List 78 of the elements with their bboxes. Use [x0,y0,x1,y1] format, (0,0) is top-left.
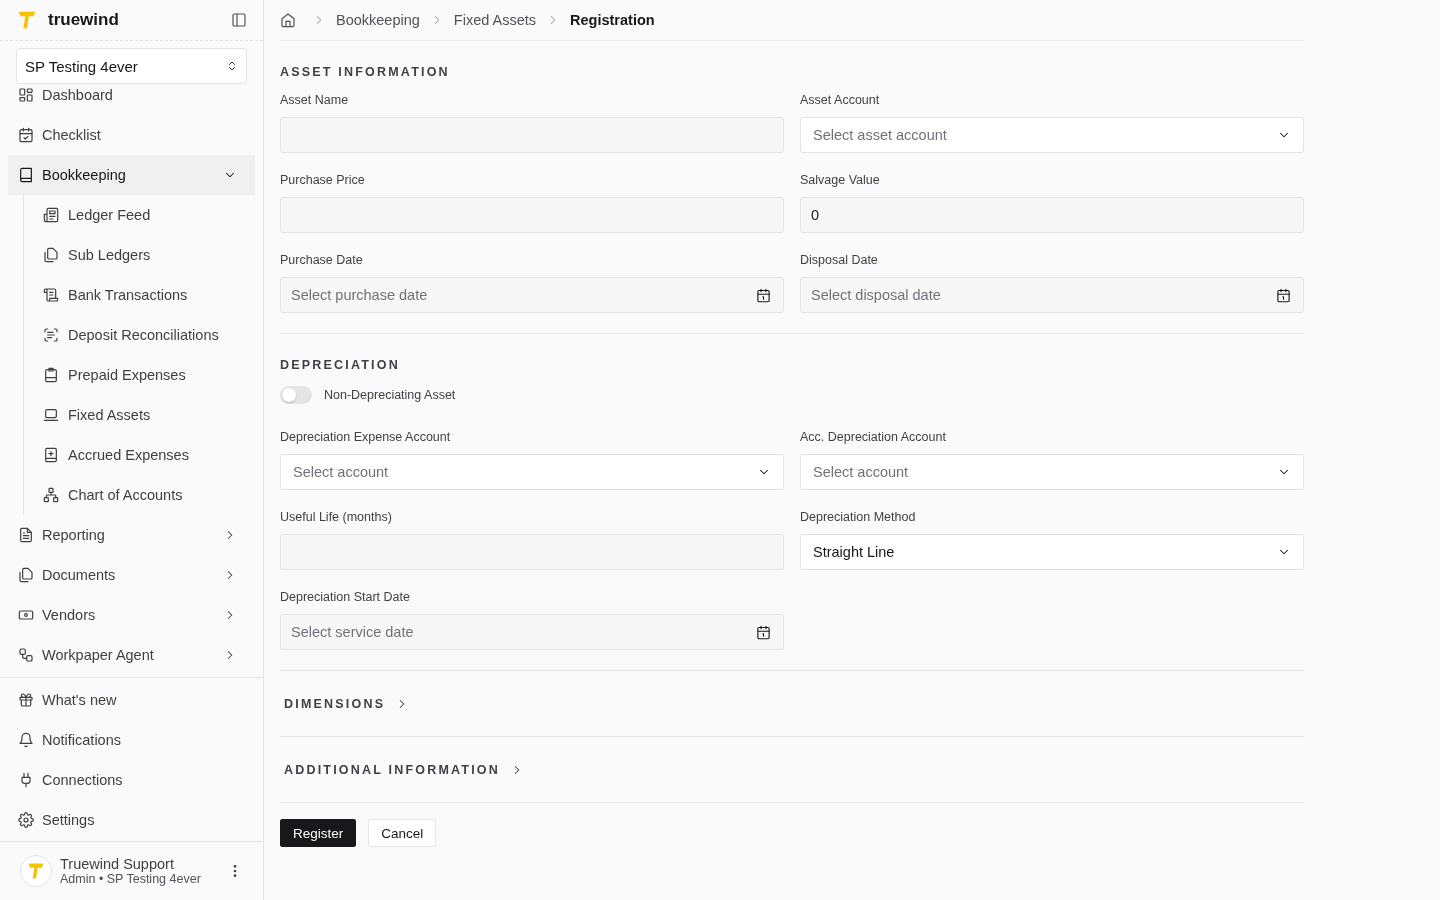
section-toggle[interactable]: ADDITIONAL INFORMATION [280,762,528,777]
calendar-icon [1276,287,1291,303]
sidebar-subitem[interactable]: Fixed Assets [24,395,263,435]
scan-text-icon [43,327,59,343]
document-icon [18,527,34,543]
logo-icon [26,861,46,881]
newspaper-icon [43,207,59,223]
field-label: Useful Life (months) [280,510,393,524]
date-field[interactable]: Select purchase date [280,277,784,313]
sidebar-subitem[interactable]: Chart of Accounts [24,475,263,515]
sidebar-item[interactable]: Documents [8,555,255,595]
sidebar-item[interactable]: Settings [8,800,255,840]
select-field[interactable]: Select account [800,454,1304,490]
cancel-button[interactable]: Cancel [368,819,437,847]
section-toggle[interactable]: DIMENSIONS [280,696,414,711]
sidebar-subitem[interactable]: Accrued Expenses [24,435,263,475]
input-field[interactable]: 0 [800,197,1304,233]
select-field[interactable]: Select asset account [800,117,1304,153]
user-name: Truewind Support [60,856,175,872]
settings-icon [18,812,34,828]
sidebar-subitem[interactable]: Deposit Reconciliations [24,315,263,355]
files-icon [18,567,34,583]
calendar-icon [756,624,771,640]
field-label: Depreciation Start Date [280,590,411,604]
sidebar-item[interactable]: Checklist [8,115,255,155]
sidebar-item[interactable]: Connections [8,760,255,800]
toggle-label: Non-Depreciating Asset [324,388,456,402]
sidebar-item[interactable]: Reporting [8,515,255,555]
select-field[interactable]: Select account [280,454,784,490]
breadcrumb-link[interactable]: Registration [570,12,655,28]
bell-icon [18,732,34,748]
scroll-icon [43,287,59,303]
field-label: Asset Account [800,93,881,107]
brand-name: truewind [48,10,120,30]
gift-icon [18,692,34,708]
sidebar-item[interactable]: Vendors [8,595,255,635]
book-plus-icon [43,447,59,463]
date-field[interactable]: Select service date [280,614,784,650]
workspace-select[interactable]: SP Testing 4ever [16,48,247,84]
field-label: Salvage Value [800,173,881,187]
network-icon [43,487,59,503]
sidebar-subitem[interactable]: Prepaid Expenses [24,355,263,395]
field-label: Depreciation Method [800,510,917,524]
field-label: Acc. Depreciation Account [800,430,947,444]
calendar-check-icon [18,127,34,143]
section-title: ASSET INFORMATION [280,65,451,79]
field-label: Disposal Date [800,253,879,267]
sidebar-item[interactable]: Notifications [8,720,255,760]
sidebar-subitem[interactable]: Sub Ledgers [24,235,263,275]
sidebar-item[interactable]: Bookkeeping [8,155,255,195]
sidebar-item[interactable]: What's new [8,680,255,720]
field-label: Depreciation Expense Account [280,430,452,444]
dashboard-icon [18,87,34,103]
chevrons-up-down-icon [226,60,238,72]
user-role: Admin • SP Testing 4ever [60,872,202,886]
files-icon [43,247,59,263]
sidebar-subitem[interactable]: Bank Transactions [24,275,263,315]
field-label: Purchase Date [280,253,364,267]
banknote-icon [18,607,34,623]
breadcrumb-link[interactable]: Fixed Assets [453,12,537,28]
register-button[interactable]: Register [280,819,357,847]
clipboard-icon [43,367,59,383]
laptop-icon [43,407,59,423]
calendar-icon [756,287,771,303]
toggle-switch[interactable] [280,386,312,404]
field-label: Purchase Price [280,173,366,187]
section-title: DEPRECIATION [280,358,401,372]
breadcrumb-link[interactable]: Bookkeeping [336,12,420,28]
sidebar-item[interactable]: Workpaper Agent [8,635,255,675]
sidebar-subitem[interactable]: Ledger Feed [24,195,263,235]
plug-icon [18,772,34,788]
book-icon [18,167,34,183]
select-field[interactable]: Straight Line [800,534,1304,570]
workflow-icon [18,647,34,663]
logo-icon [16,9,38,31]
date-field[interactable]: Select disposal date [800,277,1304,313]
field-label: Asset Name [280,93,350,107]
home-icon[interactable] [280,12,296,28]
